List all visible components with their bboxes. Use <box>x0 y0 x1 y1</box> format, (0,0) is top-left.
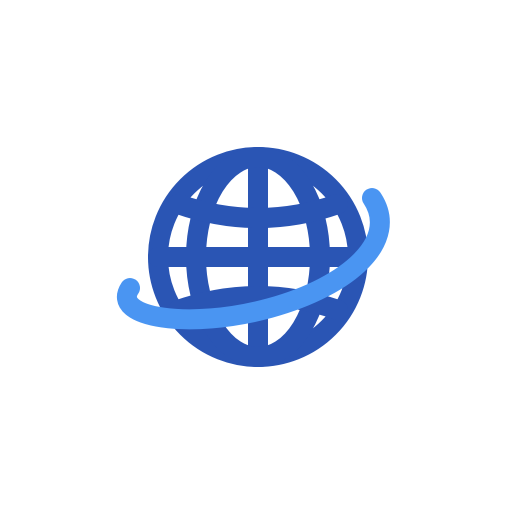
globe-orbit-icon <box>0 0 512 512</box>
globe-orbit-icon-graphic <box>117 147 390 367</box>
icon-canvas <box>0 0 512 512</box>
